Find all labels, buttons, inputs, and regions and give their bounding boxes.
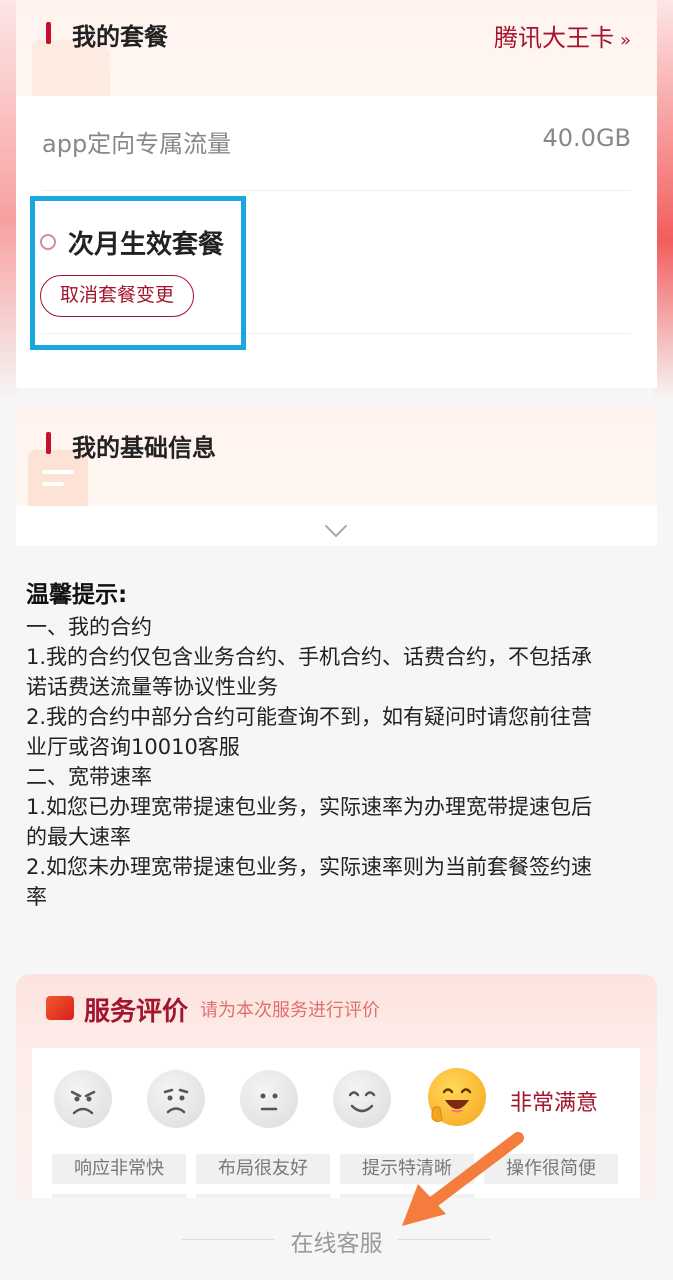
circle-bullet-icon bbox=[40, 234, 56, 250]
directional-traffic-value: 40.0GB bbox=[542, 124, 632, 152]
tips-line: 率 bbox=[26, 885, 47, 909]
tips-line: 2.我的合约中部分合约可能查询不到，如有疑问时请您前往营 bbox=[26, 705, 593, 729]
rating-tag[interactable]: 布局很友好 bbox=[196, 1154, 330, 1184]
tips-line: 1.如您已办理宽带提速包业务，实际速率为办理宽带提速包后 bbox=[26, 795, 593, 819]
basic-info-card[interactable]: 我的基础信息 bbox=[16, 406, 657, 546]
service-rating-card: 服务评价 请为本次服务进行评价 非常满意 响应非常快 布局很友好 提示特清晰 操… bbox=[16, 974, 657, 1214]
satisfied-face-icon[interactable] bbox=[333, 1070, 391, 1128]
directional-traffic-label: app定向专属流量 bbox=[42, 130, 232, 158]
tips-line: 业厅或咨询10010客服 bbox=[26, 735, 240, 759]
tips-line: 1.我的合约仅包含业务合约、手机合约、话费合约，不包括承 bbox=[26, 645, 593, 669]
unsatisfied-face-icon[interactable] bbox=[147, 1070, 205, 1128]
tips-line: 诺话费送流量等协议性业务 bbox=[26, 675, 278, 699]
orange-arrow-annotation-icon bbox=[402, 1132, 524, 1226]
online-customer-service-link[interactable]: 在线客服 bbox=[0, 1224, 673, 1258]
selected-rating-label: 非常满意 bbox=[510, 1091, 599, 1116]
neutral-face-icon[interactable] bbox=[240, 1070, 298, 1128]
divider bbox=[42, 190, 631, 191]
tips-section: 温馨提示: 一、我的合约 1.我的合约仅包含业务合约、手机合约、话费合约，不包括… bbox=[26, 578, 646, 912]
next-month-highlight-frame bbox=[30, 196, 246, 350]
rating-panel: 非常满意 响应非常快 布局很友好 提示特清晰 操作很简便 bbox=[32, 1048, 640, 1214]
tips-line: 的最大速率 bbox=[26, 825, 131, 849]
basic-info-header: 我的基础信息 bbox=[16, 406, 657, 506]
tips-line: 二、宽带速率 bbox=[26, 765, 152, 789]
package-title: 我的套餐 bbox=[72, 23, 168, 51]
my-package-card: 我的套餐 腾讯大王卡» app定向专属流量 40.0GB 次月生效套餐 取消套餐… bbox=[16, 0, 657, 388]
rating-title: 服务评价 bbox=[84, 997, 189, 1027]
tips-line: 2.如您未办理宽带提速包业务，实际速率则为当前套餐签约速 bbox=[26, 855, 593, 879]
tips-title: 温馨提示: bbox=[26, 582, 128, 608]
cancel-package-change-button[interactable]: 取消套餐变更 bbox=[40, 275, 194, 317]
next-month-package-title: 次月生效套餐 bbox=[68, 230, 225, 260]
rating-chat-icon bbox=[46, 996, 74, 1020]
rating-subtitle: 请为本次服务进行评价 bbox=[200, 1000, 380, 1021]
double-chevron-right-icon: » bbox=[619, 30, 631, 51]
package-name-link[interactable]: 腾讯大王卡» bbox=[494, 18, 631, 53]
footer-bar: 在线客服 bbox=[0, 1198, 673, 1280]
package-name: 腾讯大王卡 bbox=[493, 24, 614, 52]
basic-info-title: 我的基础信息 bbox=[72, 434, 216, 462]
very-satisfied-face-icon[interactable] bbox=[428, 1068, 486, 1126]
rating-tag[interactable]: 响应非常快 bbox=[52, 1154, 186, 1184]
package-card-header: 我的套餐 腾讯大王卡» bbox=[16, 0, 657, 96]
section-marker bbox=[46, 432, 51, 454]
footer-line-right bbox=[398, 1239, 490, 1240]
tips-line: 一、我的合约 bbox=[26, 615, 152, 639]
very-unsatisfied-face-icon[interactable] bbox=[54, 1070, 112, 1128]
chevron-down-icon[interactable] bbox=[324, 514, 348, 538]
section-marker bbox=[46, 22, 51, 44]
